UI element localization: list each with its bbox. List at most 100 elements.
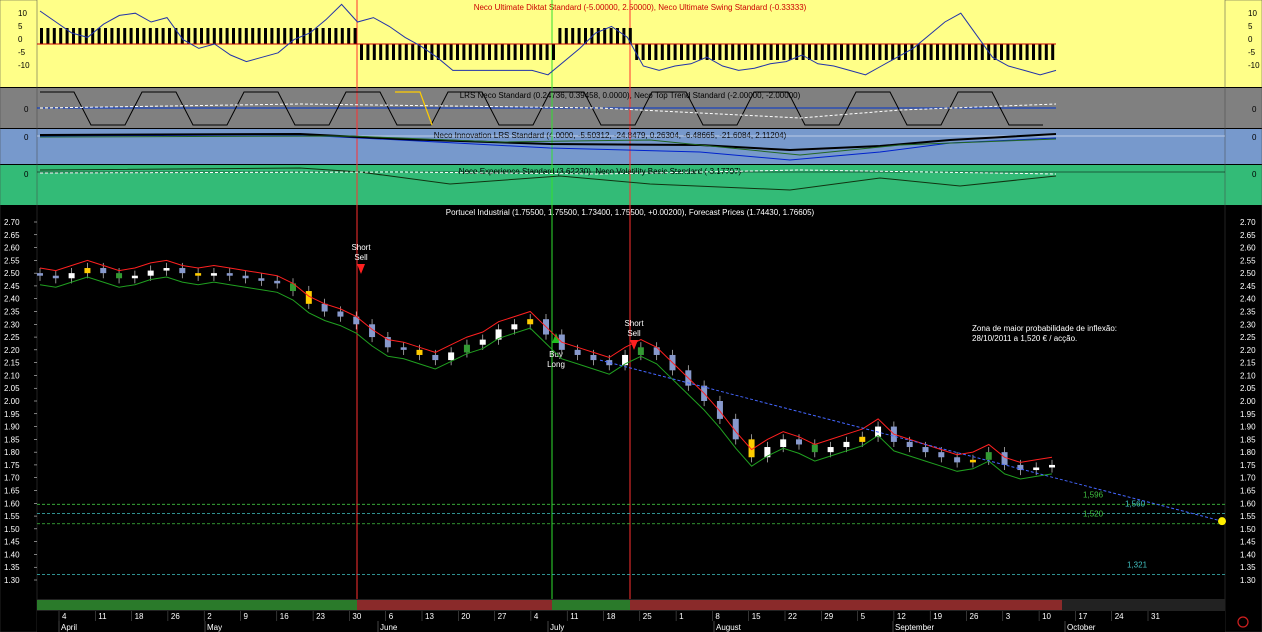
price-ytick-left-1.65: 1.65 [4,487,20,496]
panel-1-ytick-left-5: 5 [18,22,23,31]
panel-1-bar-20 [168,28,171,44]
panel-1-bar-61 [430,44,434,60]
x-day-label-24: 19 [933,612,942,621]
panel-1-bar-32 [244,28,248,44]
panel-1-title: Neco Ultimate Diktat Standard (-5.00000,… [474,3,807,12]
price-ytick-left-2.65: 2.65 [4,231,20,240]
panel-1-bar-110 [744,44,747,60]
candle-body-60 [985,452,992,460]
panel-1-ytick-right--10: -10 [1248,61,1260,70]
price-ytick-left-2.55: 2.55 [4,256,20,265]
panel-1-bar-143 [955,44,959,60]
panel-1-bar-157 [1044,44,1048,60]
panel-1-bar-22 [180,28,184,44]
signal-bar-long-2 [552,600,630,610]
panel-3-ytick-left: 0 [24,133,29,142]
candle-body-31 [527,319,534,325]
price-ytick-right-2.10: 2.10 [1240,371,1256,380]
x-day-label-23: 12 [897,612,906,621]
panel-1-bar-25 [200,28,203,44]
panel-1-bar-67 [468,44,472,60]
panel-3-title: Neco Innovation LRS Standard (4.0000, -5… [434,131,787,140]
candle-body-34 [574,349,581,355]
price-ytick-left-1.55: 1.55 [4,512,20,521]
candle-body-24 [416,349,423,355]
panel-1-bar-49 [353,28,357,44]
panel-1-bar-78 [539,44,543,60]
x-day-label-20: 22 [788,612,797,621]
panel-1-bar-117 [788,44,792,60]
x-day-label-15: 18 [607,612,616,621]
panel-1-bar-125 [840,44,843,60]
price-ytick-left-2.70: 2.70 [4,218,20,227]
price-ytick-left-2.20: 2.20 [4,346,20,355]
panel-1-bar-147 [980,44,984,60]
panel-1-bar-144 [961,44,965,60]
candle-body-55 [906,441,913,448]
panel-1-bar-123 [827,44,831,60]
candle-body-64 [1049,464,1055,468]
price-ytick-right-1.80: 1.80 [1240,448,1256,457]
price-ytick-left-2.40: 2.40 [4,295,20,304]
x-day-label-9: 6 [389,612,394,621]
panel-1-bar-146 [974,44,978,60]
panel-1-bar-138 [923,44,927,60]
panel-1-bar-15 [136,28,139,44]
panel-1-bar-43 [315,28,319,44]
level-label-2: 1,520 [1083,510,1104,519]
price-ytick-right-2.70: 2.70 [1240,218,1256,227]
price-ytick-right-2.25: 2.25 [1240,333,1256,342]
signal-label-0-a: Short [351,243,371,252]
panel-4-ytick-right: 0 [1252,170,1257,179]
candle-body-51 [843,441,850,448]
panel-1-bar-23 [187,28,191,44]
panel-1-bar-137 [916,44,920,60]
x-day-label-28: 17 [1078,612,1087,621]
panel-1-ytick-right--5: -5 [1248,48,1256,57]
candle-body-19 [337,311,344,317]
price-ytick-left-1.85: 1.85 [4,435,20,444]
price-ytick-left-2.30: 2.30 [4,320,20,329]
panel-1-bar-145 [968,44,971,60]
candle-body-48 [796,439,802,445]
price-ytick-right-2.20: 2.20 [1240,346,1256,355]
price-ytick-left-2.50: 2.50 [4,269,20,278]
panel-1-ytick-left--5: -5 [18,48,26,57]
close-icon[interactable] [1237,616,1249,628]
x-day-label-8: 30 [352,612,361,621]
panel-1-bar-17 [148,28,152,44]
x-day-label-11: 20 [461,612,470,621]
panel-1-bar-5 [72,28,75,44]
x-day-label-4: 2 [207,612,212,621]
price-ytick-left-2.00: 2.00 [4,397,20,406]
panel-1-bar-3 [59,28,63,44]
panel-1-bar-11 [110,28,114,44]
candle-body-3 [84,268,91,274]
x-day-label-0: 4 [62,612,67,621]
x-month-label-May: May [207,623,222,632]
signal-label-0-b: Sell [354,253,368,262]
candle-body-14 [258,278,265,281]
panel-1-bar-52 [372,44,376,60]
panel-1-bar-2 [52,28,56,44]
candle-body-15 [274,280,281,284]
panel-1-bar-56 [398,44,402,60]
price-ytick-left-1.95: 1.95 [4,410,20,419]
panel-1-bar-154 [1025,44,1029,60]
panel-1-bar-100 [680,44,683,60]
panel-1-bar-75 [520,44,523,60]
panel-1-bar-105 [712,44,715,60]
candle-body-4 [100,268,107,274]
price-ytick-left-2.15: 2.15 [4,359,20,368]
x-day-label-7: 23 [316,612,325,621]
panel-1-bar-68 [475,44,479,60]
panel-1-bar-124 [833,44,837,60]
panel-1-bar-33 [251,28,255,44]
x-day-label-19: 15 [752,612,761,621]
signal-label-2-b: Sell [627,329,641,338]
price-ytick-right-2.35: 2.35 [1240,308,1256,317]
panel-1-bar-158 [1051,44,1055,60]
price-ytick-left-2.05: 2.05 [4,384,20,393]
panel-1-bar-71 [494,44,498,60]
panel-1-bar-19 [161,28,165,44]
